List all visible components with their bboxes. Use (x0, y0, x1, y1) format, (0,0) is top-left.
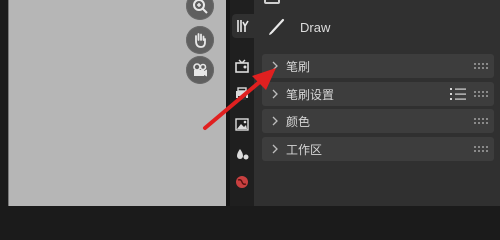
drag-handle-icon[interactable] (474, 91, 488, 97)
properties-tabs (230, 0, 254, 206)
scene-icon (237, 149, 249, 160)
tab-render[interactable] (230, 54, 254, 78)
panel-workspace[interactable]: 工作区 (262, 137, 494, 161)
panel-brush-settings[interactable]: 笔刷设置 (262, 82, 494, 106)
panel-label: 工作区 (286, 142, 323, 157)
tab-view-layer[interactable] (230, 112, 254, 136)
properties-editor: Draw 笔刷 笔刷设置 颜色 工作区 (254, 0, 500, 206)
chevron-right-icon (272, 61, 278, 71)
tab-world[interactable] (230, 170, 254, 194)
zoom-button[interactable] (186, 0, 214, 20)
world-icon (236, 176, 248, 188)
tool-header: Draw (254, 10, 500, 44)
tool-title: Draw (300, 19, 331, 35)
tab-output[interactable] (230, 82, 254, 106)
presets-list-icon[interactable] (450, 87, 466, 101)
brush-icon (269, 18, 285, 35)
camera-view-button[interactable] (186, 56, 214, 84)
panel-label: 笔刷设置 (286, 87, 335, 102)
view-layer-icon (235, 118, 249, 131)
render-icon (235, 59, 249, 73)
panel-brush[interactable]: 笔刷 (262, 54, 494, 78)
pan-button[interactable] (186, 26, 214, 54)
drag-handle-icon[interactable] (474, 146, 488, 152)
viewport-nav-gizmo (180, 0, 220, 206)
editor-type-icon[interactable] (264, 0, 280, 4)
panel-label: 笔刷 (286, 59, 311, 74)
drag-handle-icon[interactable] (474, 63, 488, 69)
drag-handle-icon[interactable] (474, 118, 488, 124)
chevron-right-icon (272, 89, 278, 99)
viewport[interactable] (0, 0, 226, 206)
camera-icon (193, 63, 207, 77)
tool-settings-icon (237, 20, 249, 32)
chevron-right-icon (272, 116, 278, 126)
hand-icon (195, 33, 206, 48)
tab-scene[interactable] (230, 142, 254, 166)
zoom-icon (193, 0, 208, 14)
panel-color[interactable]: 颜色 (262, 109, 494, 133)
chevron-right-icon (272, 144, 278, 154)
tab-tool[interactable] (232, 14, 254, 38)
output-icon (236, 87, 248, 100)
panel-label: 颜色 (286, 114, 311, 129)
